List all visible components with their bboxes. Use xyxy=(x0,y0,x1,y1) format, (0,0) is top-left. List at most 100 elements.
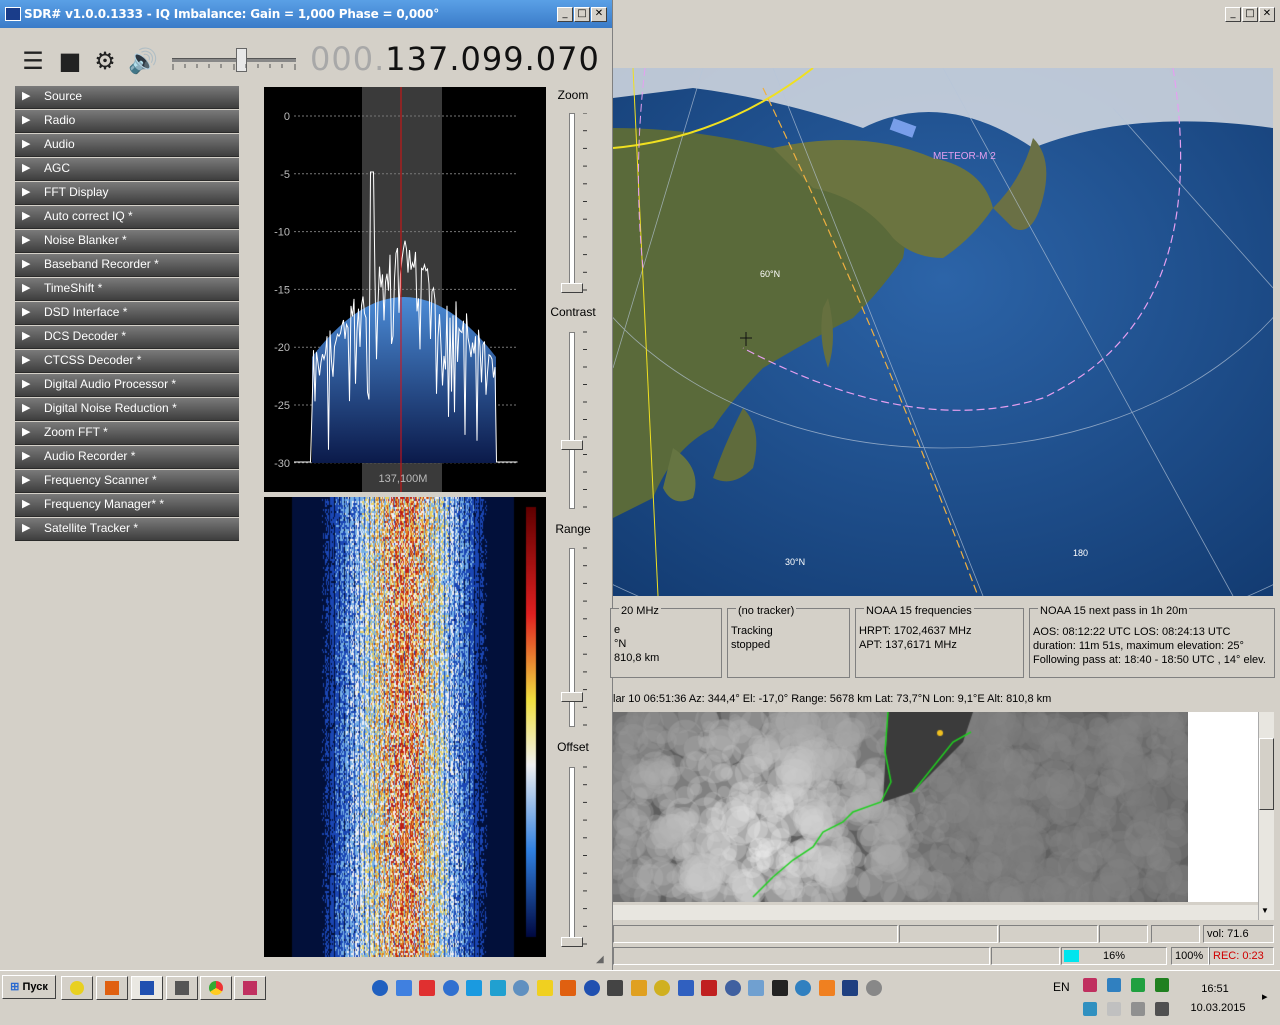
panel-zoom-fft[interactable]: ▶ Zoom FFT * xyxy=(15,422,239,445)
taskbar-app-4[interactable] xyxy=(166,976,198,1000)
system-tray xyxy=(1083,976,1178,1020)
language-indicator[interactable]: EN xyxy=(1053,980,1070,994)
tracker-status-line1: Tracking xyxy=(731,625,773,637)
menu-icon[interactable]: ☰ xyxy=(20,48,46,74)
quick-launch-icon[interactable] xyxy=(842,980,858,996)
vertical-scrollbar[interactable]: ▼ xyxy=(1258,712,1274,920)
quick-launch-icon[interactable] xyxy=(419,980,435,996)
horizontal-scrollbar[interactable] xyxy=(613,905,1258,920)
quick-launch-icon[interactable] xyxy=(372,980,388,996)
quick-launch-icon[interactable] xyxy=(748,980,764,996)
taskbar-app-6[interactable] xyxy=(234,976,266,1000)
volume-slider-track[interactable] xyxy=(172,58,296,62)
quick-launch-icon[interactable] xyxy=(654,980,670,996)
taskbar-app-chrome[interactable] xyxy=(200,976,232,1000)
tray-icon[interactable] xyxy=(1155,978,1169,992)
tracker-minimize-button[interactable]: _ xyxy=(1225,7,1241,22)
panel-label: Audio Recorder * xyxy=(44,449,136,463)
tray-icon[interactable] xyxy=(1083,978,1097,992)
zoom-slider-track[interactable] xyxy=(569,113,575,292)
tray-icon[interactable] xyxy=(1107,1002,1121,1016)
taskbar-app-sdr[interactable] xyxy=(131,976,163,1000)
quick-launch-icon[interactable] xyxy=(466,980,482,996)
panel-satellite-tracker[interactable]: ▶ Satellite Tracker * xyxy=(15,518,239,541)
panel-radio[interactable]: ▶ Radio xyxy=(15,110,239,133)
slider-ticks xyxy=(583,113,587,945)
waterfall-display[interactable] xyxy=(264,497,546,957)
tray-icon[interactable] xyxy=(1131,978,1145,992)
status-cell-6 xyxy=(613,947,990,965)
quick-launch-icon[interactable] xyxy=(560,980,576,996)
apt-image-view[interactable] xyxy=(613,712,1188,902)
noaa-frequencies-box: NOAA 15 frequencies HRPT: 1702,4637 MHz … xyxy=(855,605,1024,678)
panel-timeshift[interactable]: ▶ TimeShift * xyxy=(15,278,239,301)
close-button[interactable]: ✕ xyxy=(591,7,607,22)
gear-icon[interactable]: ⚙ xyxy=(92,48,118,74)
quick-launch-icon[interactable] xyxy=(771,980,788,996)
quick-launch-icon[interactable] xyxy=(865,980,882,996)
quick-launch-icon[interactable] xyxy=(489,980,506,996)
zoom-slider-knob[interactable] xyxy=(561,283,583,293)
contrast-slider-track[interactable] xyxy=(569,332,575,509)
quick-launch-icon[interactable] xyxy=(630,980,647,996)
expand-arrow-icon: ▶ xyxy=(22,162,31,174)
taskbar-app-2[interactable] xyxy=(96,976,128,1000)
quick-launch-icon[interactable] xyxy=(818,980,835,996)
zoom-label: Zoom xyxy=(557,88,589,102)
tray-icon[interactable] xyxy=(1107,978,1121,992)
panel-digital-audio-processor[interactable]: ▶ Digital Audio Processor * xyxy=(15,374,239,397)
speaker-icon[interactable]: 🔊 xyxy=(128,48,158,74)
panel-agc[interactable]: ▶ AGC xyxy=(15,158,239,181)
panel-dsd-interface[interactable]: ▶ DSD Interface * xyxy=(15,302,239,325)
panel-frequency-scanner[interactable]: ▶ Frequency Scanner * xyxy=(15,470,239,493)
minimize-button[interactable]: _ xyxy=(557,7,573,22)
quick-launch-icon[interactable] xyxy=(677,980,694,996)
quick-launch-icon[interactable] xyxy=(724,980,741,996)
offset-slider-track[interactable] xyxy=(569,767,575,946)
quick-launch-icon[interactable] xyxy=(513,980,529,996)
panel-frequency-manager[interactable]: ▶ Frequency Manager* * xyxy=(15,494,239,517)
taskbar-app-1[interactable] xyxy=(61,976,93,1000)
panel-label: Radio xyxy=(44,113,76,127)
freq-box-title: 20 MHz xyxy=(619,605,661,617)
y-tick-label: -30 xyxy=(274,458,290,470)
range-slider-knob[interactable] xyxy=(561,692,583,702)
panel-dcs-decoder[interactable]: ▶ DCS Decoder * xyxy=(15,326,239,349)
tray-icon[interactable] xyxy=(1131,1002,1145,1016)
panel-noise-blanker[interactable]: ▶ Noise Blanker * xyxy=(15,230,239,253)
panel-fft-display[interactable]: ▶ FFT Display xyxy=(15,182,239,205)
panel-ctcss-decoder[interactable]: ▶ CTCSS Decoder * xyxy=(15,350,239,373)
spectrum-analyzer[interactable]: 0 -5 -10 -15 -20 -25 -30 137,100M xyxy=(264,87,546,492)
panel-baseband-recorder[interactable]: ▶ Baseband Recorder * xyxy=(15,254,239,277)
panel-audio-recorder[interactable]: ▶ Audio Recorder * xyxy=(15,446,239,469)
satellite-map[interactable]: METEOR-M 2 60°N 30°N 180 xyxy=(613,68,1273,596)
tray-icon[interactable] xyxy=(1155,1002,1169,1016)
sdr-titlebar[interactable]: SDR# v1.0.0.1333 - IQ Imbalance: Gain = … xyxy=(0,0,612,28)
show-desktop-icon[interactable]: ▸ xyxy=(1262,990,1268,1003)
quick-launch-icon[interactable] xyxy=(701,980,717,996)
noaa-frequencies-title: NOAA 15 frequencies xyxy=(864,605,974,617)
panel-audio[interactable]: ▶ Audio xyxy=(15,134,239,157)
freq-box-line1: e xyxy=(614,624,621,636)
frequency-display[interactable]: 000.137.099.070 xyxy=(310,40,600,78)
contrast-slider-knob[interactable] xyxy=(561,440,583,450)
maximize-button[interactable]: □ xyxy=(574,7,590,22)
quick-launch-icon[interactable] xyxy=(795,980,811,996)
panel-source[interactable]: ▶ Source xyxy=(15,86,239,109)
tracker-close-button[interactable]: ✕ xyxy=(1259,7,1275,22)
offset-slider-knob[interactable] xyxy=(561,937,583,947)
quick-launch-icon[interactable] xyxy=(583,980,600,996)
resize-grip[interactable]: ◢ xyxy=(596,954,604,965)
tracker-maximize-button[interactable]: □ xyxy=(1242,7,1258,22)
quick-launch-icon[interactable] xyxy=(395,980,412,996)
quick-launch-icon[interactable] xyxy=(607,980,623,996)
clock-date[interactable]: 10.03.2015 xyxy=(1183,1002,1253,1014)
stop-icon[interactable]: ■ xyxy=(57,48,83,74)
start-button[interactable]: ⊞ Пуск xyxy=(2,975,56,999)
panel-auto-correct-iq[interactable]: ▶ Auto correct IQ * xyxy=(15,206,239,229)
clock-time[interactable]: 16:51 xyxy=(1190,983,1240,995)
quick-launch-icon[interactable] xyxy=(442,980,459,996)
panel-digital-noise-reduction[interactable]: ▶ Digital Noise Reduction * xyxy=(15,398,239,421)
quick-launch-icon[interactable] xyxy=(536,980,553,996)
tray-icon[interactable] xyxy=(1083,1002,1097,1016)
